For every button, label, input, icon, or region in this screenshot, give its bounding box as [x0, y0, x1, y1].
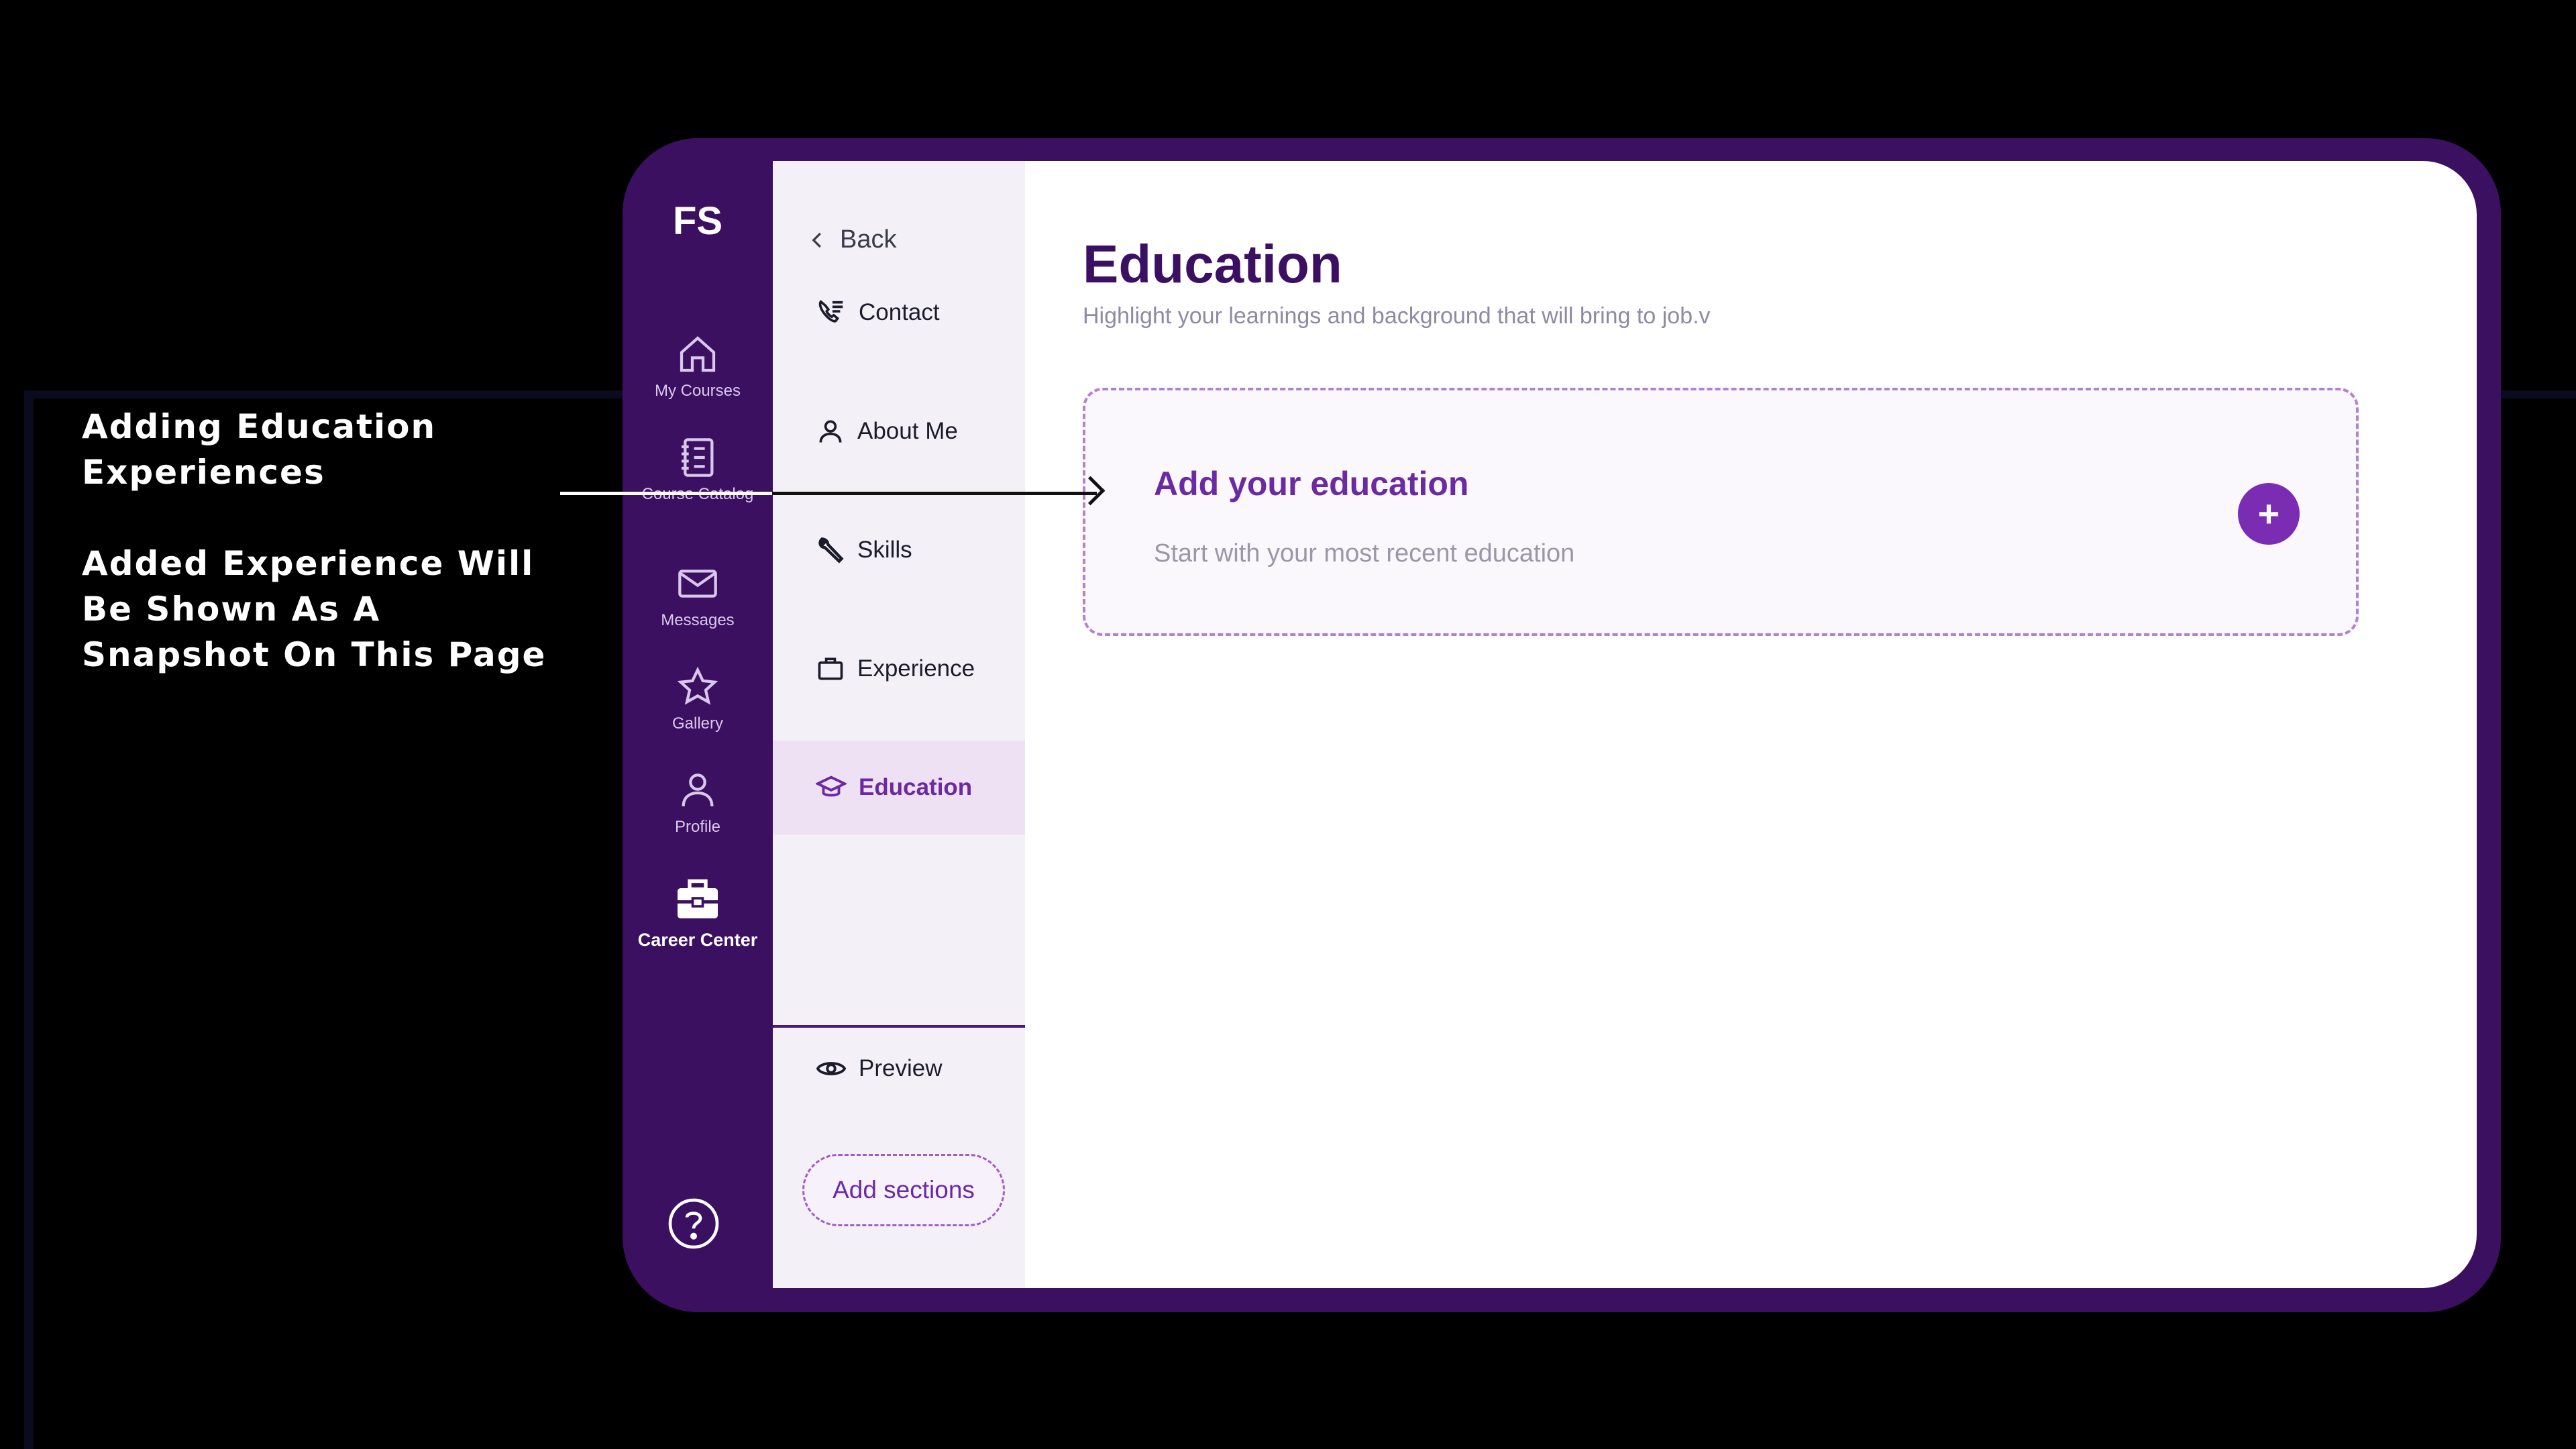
add-education-title: Add your education [1154, 465, 1469, 502]
backdrop-frame-vertical [24, 390, 34, 1449]
sidebar-item-contact[interactable]: Contact [773, 266, 1025, 360]
preview-button[interactable]: Preview [816, 1053, 942, 1084]
sidebar-item-label: About Me [857, 418, 958, 444]
sidebar-item-experience[interactable]: Experience [773, 622, 1025, 716]
briefcase-icon [818, 657, 843, 680]
sidebar-divider [773, 1025, 1025, 1028]
graduation-cap-icon [816, 775, 847, 797]
preview-label: Preview [859, 1055, 943, 1081]
phone-list-icon [818, 300, 843, 323]
star-icon [677, 666, 718, 705]
user-icon [682, 773, 714, 807]
section-sidebar: Back Contact About Me Skills Experience [773, 161, 1025, 1288]
sidebar-item-label: Experience [857, 655, 975, 682]
annotation-line-1: Adding Education Experiences [82, 407, 437, 492]
device-frame: FS My Courses Course Catalog Messages Ga… [623, 138, 2501, 1312]
rail-label: Career Center [637, 930, 758, 950]
rail-item-gallery[interactable]: Gallery [623, 665, 773, 735]
rail-label: Messages [661, 611, 735, 629]
rail-label: My Courses [654, 382, 741, 400]
back-button[interactable]: Back [808, 225, 896, 254]
rail-label: Gallery [672, 714, 724, 733]
brand-logo: FS [672, 199, 723, 243]
sidebar-item-skills[interactable]: Skills [773, 503, 1025, 597]
sidebar-item-label: Skills [857, 537, 912, 563]
eye-icon [816, 1062, 847, 1075]
annotation-pointer-line-inner [772, 492, 1097, 495]
rail-item-course-catalog[interactable]: Course Catalog [623, 436, 773, 506]
sidebar-item-label: Contact [859, 299, 940, 325]
rail-item-my-courses[interactable]: My Courses [623, 333, 773, 402]
sidebar-item-label: Education [859, 774, 973, 800]
app-screen: Back Contact About Me Skills Experience [773, 161, 2477, 1288]
canvas: Adding Education Experiences Added Exper… [0, 0, 2576, 1449]
page-title: Education [1083, 234, 1342, 294]
annotation: Adding Education Experiences Added Exper… [82, 404, 565, 723]
rail-item-career-center[interactable]: Career Center [623, 876, 773, 951]
rail-item-profile[interactable]: Profile [623, 769, 773, 839]
rail-label: Profile [674, 818, 721, 836]
user-icon [819, 420, 842, 443]
briefcase-icon [678, 879, 718, 918]
page-subtitle: Highlight your learnings and background … [1083, 303, 1711, 329]
add-education-subtitle: Start with your most recent education [1154, 539, 1575, 568]
icon-rail: FS My Courses Course Catalog Messages Ga… [623, 138, 773, 1312]
annotation-line-2: Added Experience Will Be Shown As A Snap… [82, 544, 547, 674]
home-icon [680, 336, 716, 372]
wrench-icon [818, 537, 844, 564]
chevron-left-icon [812, 232, 821, 248]
annotation-pointer-line [560, 492, 772, 495]
sidebar-item-education[interactable]: Education [773, 741, 1025, 835]
help-icon[interactable] [667, 1197, 720, 1250]
add-education-card[interactable]: Add your education Start with your most … [1083, 388, 2359, 636]
sidebar-item-about-me[interactable]: About Me [773, 384, 1025, 478]
back-label: Back [840, 225, 897, 254]
add-sections-button[interactable]: Add sections [802, 1154, 1005, 1226]
add-education-button[interactable]: + [2238, 483, 2300, 545]
catalog-icon [682, 438, 714, 477]
rail-item-messages[interactable]: Messages [623, 562, 773, 632]
mail-icon [678, 570, 717, 598]
